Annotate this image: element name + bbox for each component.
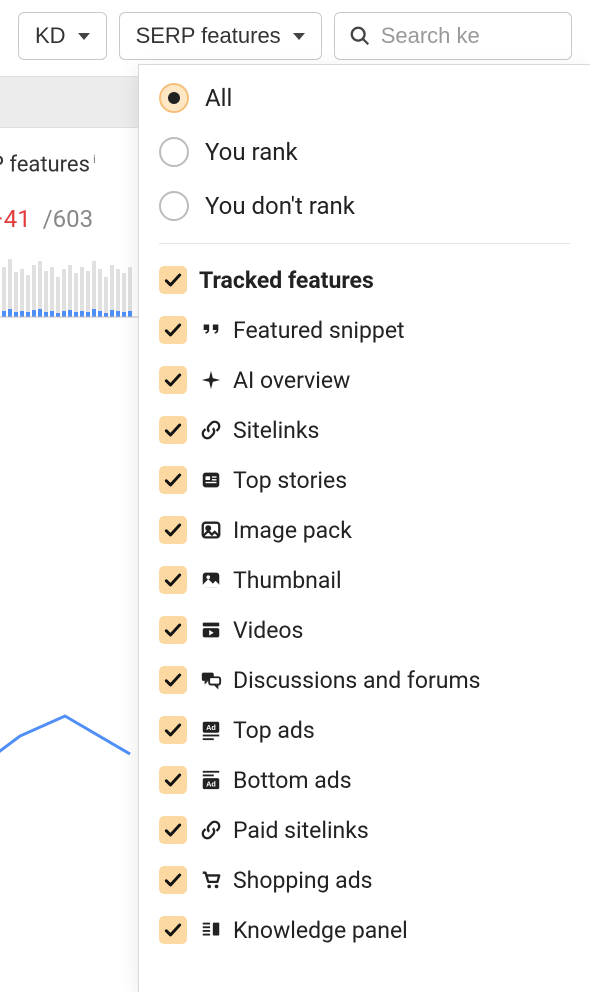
checkbox-indicator bbox=[159, 466, 187, 494]
info-icon: i bbox=[90, 152, 96, 166]
sparkle-icon bbox=[199, 368, 223, 392]
news-icon bbox=[199, 468, 223, 492]
rank-filter-radio-group: All You rank You don't rank bbox=[159, 83, 570, 244]
check-icon bbox=[163, 270, 183, 290]
checkbox-top-ads[interactable]: Ad Top ads bbox=[159, 716, 570, 744]
checkbox-shopping-ads[interactable]: Shopping ads bbox=[159, 866, 570, 894]
stat-total: /603 bbox=[43, 205, 93, 233]
svg-text:Ad: Ad bbox=[206, 779, 216, 788]
checkbox-indicator bbox=[159, 866, 187, 894]
check-icon bbox=[163, 420, 183, 440]
checkbox-label: Videos bbox=[199, 617, 303, 644]
quote-icon bbox=[199, 318, 223, 342]
checkbox-sitelinks[interactable]: Sitelinks bbox=[159, 416, 570, 444]
check-icon bbox=[163, 720, 183, 740]
checkbox-label: Image pack bbox=[199, 517, 352, 544]
filters-toolbar: KD SERP features bbox=[0, 0, 590, 72]
checkbox-label: Shopping ads bbox=[199, 867, 373, 894]
serp-features-dropdown: All You rank You don't rank Tracked feat… bbox=[138, 64, 590, 992]
checkbox-indicator bbox=[159, 716, 187, 744]
serp-features-filter-button[interactable]: SERP features bbox=[119, 12, 322, 60]
checkbox-image-pack[interactable]: Image pack bbox=[159, 516, 570, 544]
check-icon bbox=[163, 770, 183, 790]
checkbox-knowledge-panel[interactable]: Knowledge panel bbox=[159, 916, 570, 944]
discussion-icon bbox=[199, 668, 223, 692]
serp-features-label: SERP features bbox=[136, 23, 281, 49]
check-icon bbox=[163, 520, 183, 540]
mini-barchart bbox=[0, 247, 140, 325]
check-icon bbox=[163, 870, 183, 890]
check-icon bbox=[163, 570, 183, 590]
top-ads-icon: Ad bbox=[199, 718, 223, 742]
feature-checkbox-list: Tracked features Featured snippet AI bbox=[159, 244, 570, 944]
search-icon bbox=[349, 25, 371, 47]
checkbox-indicator bbox=[159, 566, 187, 594]
checkbox-label: Tracked features bbox=[199, 267, 374, 294]
checkbox-bottom-ads[interactable]: Ad Bottom ads bbox=[159, 766, 570, 794]
checkbox-label: Top stories bbox=[199, 467, 347, 494]
checkbox-indicator bbox=[159, 266, 187, 294]
check-icon bbox=[163, 620, 183, 640]
check-icon bbox=[163, 670, 183, 690]
svg-text:Ad: Ad bbox=[206, 723, 216, 732]
kd-filter-button[interactable]: KD bbox=[18, 12, 107, 60]
checkbox-indicator bbox=[159, 816, 187, 844]
line-chart-fragment bbox=[0, 656, 150, 836]
radio-label: You rank bbox=[205, 138, 298, 166]
checkbox-indicator bbox=[159, 766, 187, 794]
checkbox-label: Ad Bottom ads bbox=[199, 767, 352, 794]
checkbox-top-stories[interactable]: Top stories bbox=[159, 466, 570, 494]
checkbox-ai-overview[interactable]: AI overview bbox=[159, 366, 570, 394]
chevron-down-icon bbox=[293, 33, 305, 40]
checkbox-indicator bbox=[159, 516, 187, 544]
radio-indicator bbox=[159, 137, 189, 167]
radio-indicator bbox=[159, 191, 189, 221]
radio-you-rank[interactable]: You rank bbox=[159, 137, 570, 167]
thumbnail-icon bbox=[199, 568, 223, 592]
checkbox-indicator bbox=[159, 916, 187, 944]
checkbox-label: Discussions and forums bbox=[199, 667, 481, 694]
check-icon bbox=[163, 920, 183, 940]
checkbox-indicator bbox=[159, 366, 187, 394]
check-icon bbox=[163, 820, 183, 840]
knowledge-panel-icon bbox=[199, 918, 223, 942]
checkbox-videos[interactable]: Videos bbox=[159, 616, 570, 644]
shopping-cart-icon bbox=[199, 868, 223, 892]
radio-all[interactable]: All bbox=[159, 83, 570, 113]
radio-indicator bbox=[159, 83, 189, 113]
checkbox-featured-snippet[interactable]: Featured snippet bbox=[159, 316, 570, 344]
search-keywords-field[interactable] bbox=[334, 12, 572, 60]
video-icon bbox=[199, 618, 223, 642]
checkbox-tracked-features[interactable]: Tracked features bbox=[159, 266, 570, 294]
checkbox-label: Sitelinks bbox=[199, 417, 319, 444]
checkbox-label: Ad Top ads bbox=[199, 717, 315, 744]
checkbox-thumbnail[interactable]: Thumbnail bbox=[159, 566, 570, 594]
radio-label: All bbox=[205, 84, 232, 112]
image-icon bbox=[199, 518, 223, 542]
bottom-ads-icon: Ad bbox=[199, 768, 223, 792]
check-icon bbox=[163, 370, 183, 390]
checkbox-indicator bbox=[159, 416, 187, 444]
search-input[interactable] bbox=[381, 23, 557, 49]
checkbox-indicator bbox=[159, 616, 187, 644]
checkbox-label: Paid sitelinks bbox=[199, 817, 369, 844]
checkbox-label: Featured snippet bbox=[199, 317, 405, 344]
checkbox-indicator bbox=[159, 316, 187, 344]
checkbox-paid-sitelinks[interactable]: Paid sitelinks bbox=[159, 816, 570, 844]
check-icon bbox=[163, 320, 183, 340]
radio-you-dont-rank[interactable]: You don't rank bbox=[159, 191, 570, 221]
radio-label: You don't rank bbox=[205, 192, 355, 220]
link-icon bbox=[199, 418, 223, 442]
check-icon bbox=[163, 470, 183, 490]
chevron-down-icon bbox=[78, 33, 90, 40]
link-icon bbox=[199, 818, 223, 842]
checkbox-indicator bbox=[159, 666, 187, 694]
table-header-bar bbox=[0, 76, 140, 128]
checkbox-label: AI overview bbox=[199, 367, 350, 394]
stat-delta: −41 bbox=[0, 205, 31, 233]
checkbox-label: Knowledge panel bbox=[199, 917, 408, 944]
kd-label: KD bbox=[35, 23, 66, 49]
checkbox-discussions-forums[interactable]: Discussions and forums bbox=[159, 666, 570, 694]
checkbox-label: Thumbnail bbox=[199, 567, 342, 594]
